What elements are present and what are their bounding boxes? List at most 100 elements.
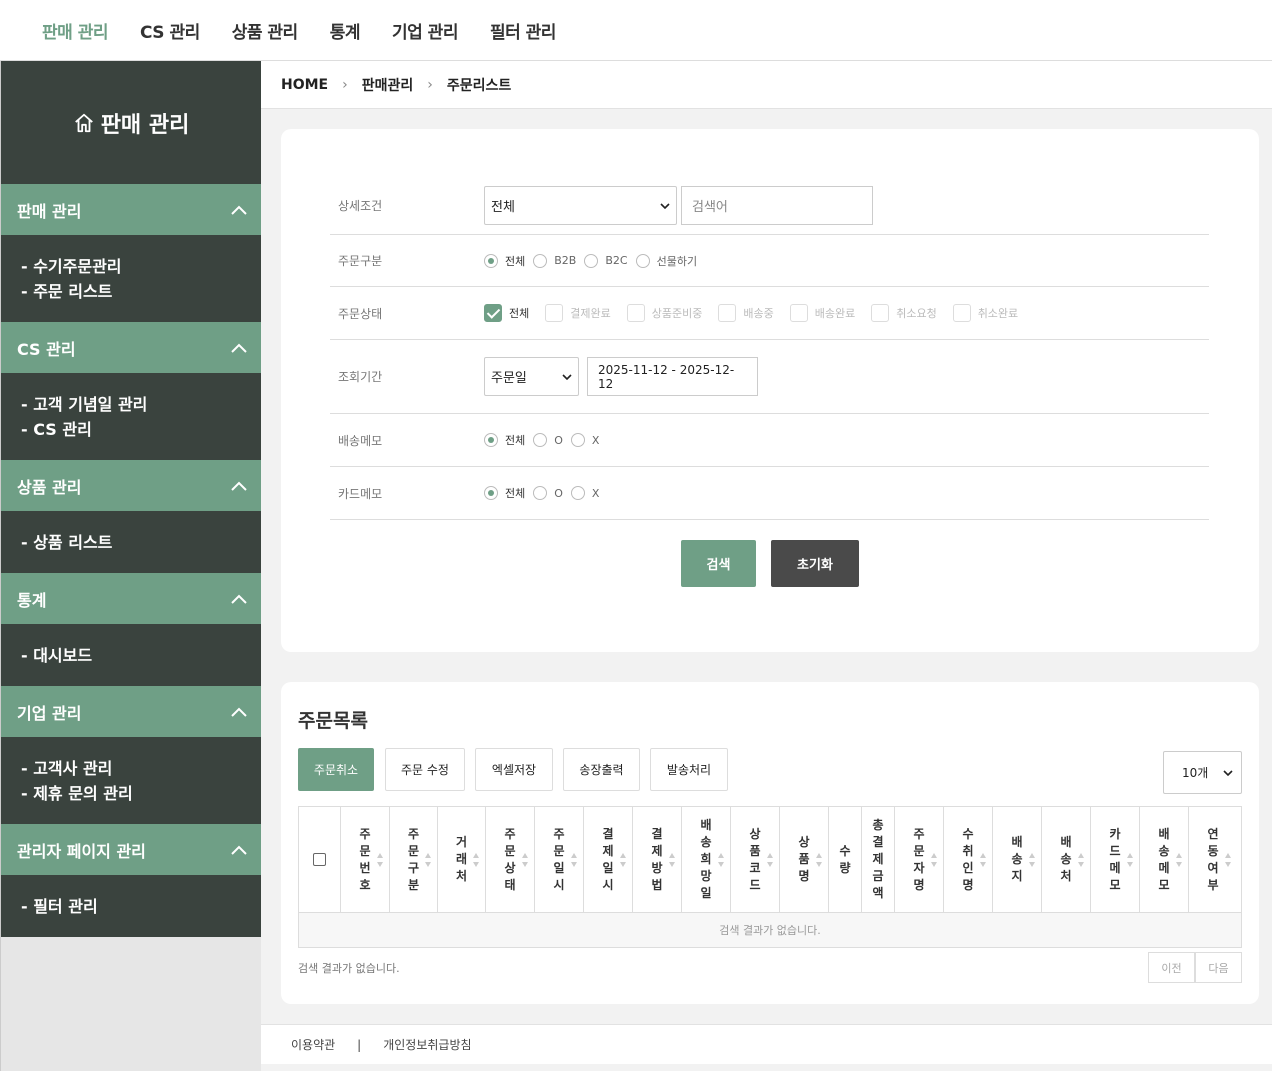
column-header[interactable]: 수취인명: [943, 807, 992, 912]
top-nav-stats[interactable]: 통계: [314, 18, 376, 43]
prev-page-button[interactable]: 이전: [1148, 952, 1195, 983]
search-button[interactable]: 검색: [681, 540, 756, 587]
top-nav-products[interactable]: 상품 관리: [216, 18, 314, 43]
radio-delivery-memo-x[interactable]: X: [570, 433, 599, 447]
page-size-select[interactable]: 10개: [1163, 751, 1242, 794]
breadcrumb-sales[interactable]: 판매관리: [362, 75, 414, 95]
sort-icon[interactable]: [717, 852, 725, 868]
sidebar-section-cs[interactable]: CS 관리: [1, 322, 261, 373]
top-nav-filter[interactable]: 필터 관리: [474, 18, 572, 43]
chevron-up-icon[interactable]: [231, 343, 247, 353]
radio-card-memo-x[interactable]: X: [570, 486, 599, 500]
column-header[interactable]: 배송처: [1041, 807, 1090, 912]
column-header[interactable]: 거래처: [437, 807, 485, 912]
sort-icon[interactable]: [815, 852, 823, 868]
sidebar-section-products[interactable]: 상품 관리: [1, 460, 261, 511]
excel-save-button[interactable]: 엑셀저장: [475, 748, 553, 791]
sort-icon[interactable]: [1028, 852, 1036, 868]
edit-order-button[interactable]: 주문 수정: [385, 748, 465, 791]
sidebar-section-stats[interactable]: 통계: [1, 573, 261, 624]
radio-order-type-all[interactable]: 전체: [484, 253, 525, 269]
checkbox-status-preparing[interactable]: 상품준비중: [626, 304, 702, 322]
top-nav-cs[interactable]: CS 관리: [124, 18, 216, 43]
sort-icon[interactable]: [930, 852, 938, 868]
checkbox-status-cancelled[interactable]: 취소완료: [952, 304, 1018, 322]
print-invoice-button[interactable]: 송장출력: [563, 748, 640, 791]
radio-order-type-b2b[interactable]: B2B: [533, 253, 576, 268]
sidebar-section-sales[interactable]: 판매 관리: [1, 184, 261, 235]
checkbox-status-delivered[interactable]: 배송완료: [789, 304, 855, 322]
radio-delivery-memo-all[interactable]: 전체: [484, 432, 525, 448]
privacy-link[interactable]: 개인정보취급방침: [383, 1036, 471, 1053]
sidebar-item-product-list[interactable]: - 상품 리스트: [21, 530, 261, 555]
checkbox-status-all[interactable]: 전체: [484, 304, 529, 322]
column-header[interactable]: 주문번호: [340, 807, 389, 912]
radio-card-memo-o[interactable]: O: [533, 486, 563, 500]
cancel-order-button[interactable]: 주문취소: [298, 748, 374, 791]
select-all-checkbox[interactable]: [313, 853, 326, 866]
chevron-up-icon[interactable]: [231, 205, 247, 215]
search-input[interactable]: 검색어: [681, 186, 873, 225]
chevron-up-icon[interactable]: [231, 481, 247, 491]
chevron-up-icon[interactable]: [231, 845, 247, 855]
column-header[interactable]: 주문상태: [485, 807, 534, 912]
sidebar-item-manual-order[interactable]: - 수기주문관리: [21, 254, 261, 279]
period-type-select[interactable]: 주문일: [484, 357, 579, 396]
sort-icon[interactable]: [668, 852, 676, 868]
column-header[interactable]: 배송메모: [1139, 807, 1188, 912]
sidebar-section-admin[interactable]: 관리자 페이지 관리: [1, 824, 261, 875]
column-header[interactable]: 주문구분: [389, 807, 437, 912]
terms-link[interactable]: 이용약관: [291, 1036, 335, 1053]
top-nav-sales[interactable]: 판매 관리: [26, 18, 124, 43]
ship-button[interactable]: 발송처리: [650, 748, 728, 791]
column-header-label: 연동여부: [1207, 826, 1219, 892]
top-nav-company[interactable]: 기업 관리: [376, 18, 474, 43]
sort-icon[interactable]: [619, 852, 627, 868]
sidebar-section-company[interactable]: 기업 관리: [1, 686, 261, 737]
checkbox-status-shipping[interactable]: 배송중: [718, 304, 774, 322]
column-header[interactable]: 주문자명: [894, 807, 943, 912]
sort-icon[interactable]: [521, 852, 529, 868]
column-header[interactable]: 상품명: [779, 807, 828, 912]
sort-icon[interactable]: [424, 852, 432, 868]
sort-icon[interactable]: [766, 852, 774, 868]
radio-card-memo-all[interactable]: 전체: [484, 485, 525, 501]
sort-icon[interactable]: [979, 852, 987, 868]
column-header[interactable]: 상품코드: [730, 807, 779, 912]
sort-icon[interactable]: [570, 852, 578, 868]
detail-condition-select[interactable]: 전체: [484, 186, 677, 225]
sort-icon[interactable]: [376, 852, 384, 868]
sidebar-item-cs[interactable]: - CS 관리: [21, 417, 261, 442]
column-header[interactable]: 연동여부: [1188, 807, 1237, 912]
sort-icon[interactable]: [472, 852, 480, 868]
breadcrumb-home[interactable]: HOME: [281, 77, 328, 93]
sidebar-item-anniversary[interactable]: - 고객 기념일 관리: [21, 392, 261, 417]
column-header[interactable]: 카드메모: [1090, 807, 1139, 912]
sidebar-item-clients[interactable]: - 고객사 관리: [21, 756, 261, 781]
checkbox-status-cancel-request[interactable]: 취소요청: [871, 304, 937, 322]
sort-icon[interactable]: [1175, 852, 1183, 868]
date-range-input[interactable]: 2025-11-12 - 2025-12-12: [587, 357, 758, 396]
sort-icon[interactable]: [1126, 852, 1134, 868]
sidebar-item-partnership[interactable]: - 제휴 문의 관리: [21, 781, 261, 806]
sidebar-item-dashboard[interactable]: - 대시보드: [21, 643, 261, 668]
radio-delivery-memo-o[interactable]: O: [533, 433, 563, 447]
sort-icon[interactable]: [1224, 852, 1232, 868]
column-header[interactable]: 배송희망일: [681, 807, 730, 912]
radio-order-type-b2c[interactable]: B2C: [584, 253, 628, 268]
column-header[interactable]: 결제일시: [583, 807, 632, 912]
sidebar-item-order-list[interactable]: - 주문 리스트: [21, 279, 261, 304]
next-page-button[interactable]: 다음: [1195, 952, 1242, 983]
chevron-up-icon[interactable]: [231, 594, 247, 604]
sort-icon[interactable]: [1077, 852, 1085, 868]
column-header[interactable]: 총결제금액: [861, 807, 894, 912]
checkbox-status-paid[interactable]: 결제완료: [545, 304, 611, 322]
reset-button[interactable]: 초기화: [771, 540, 859, 587]
column-header[interactable]: 수량: [828, 807, 861, 912]
radio-order-type-gift[interactable]: 선물하기: [635, 253, 697, 269]
sidebar-item-filter[interactable]: - 필터 관리: [21, 894, 261, 919]
column-header[interactable]: 결제방법: [632, 807, 681, 912]
chevron-up-icon[interactable]: [231, 707, 247, 717]
column-header[interactable]: 배송지: [992, 807, 1041, 912]
column-header[interactable]: 주문일시: [534, 807, 583, 912]
